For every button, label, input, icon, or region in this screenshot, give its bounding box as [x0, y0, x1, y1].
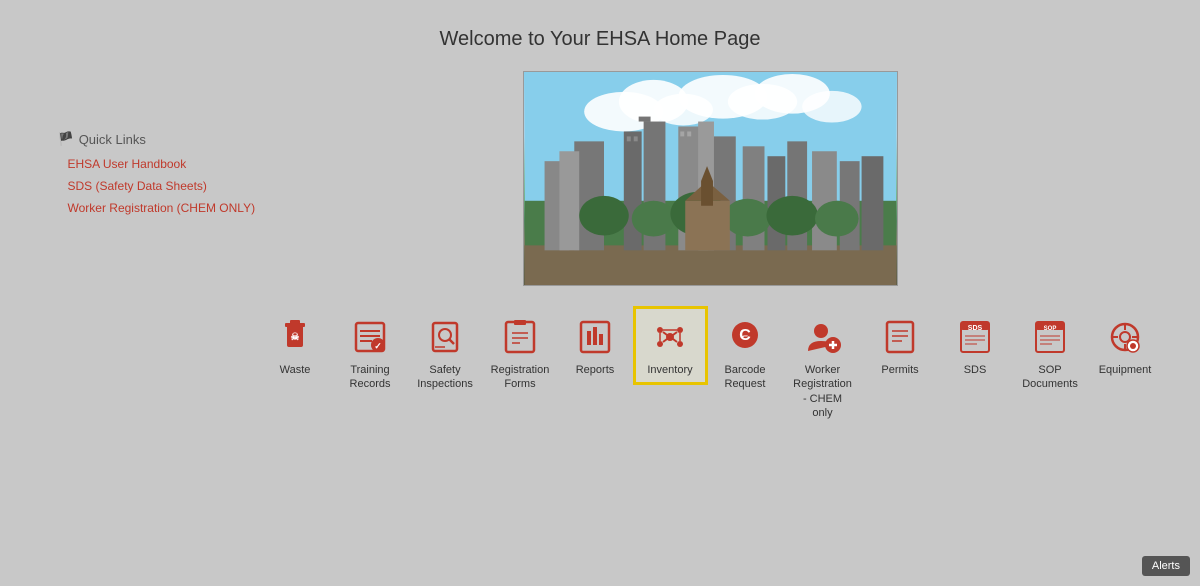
worker-registration-icon: [800, 314, 845, 359]
training-records-label: Training Records: [343, 363, 398, 392]
sds-label: SDS: [964, 363, 987, 377]
quick-links-heading: 🏴 Quick Links: [58, 131, 258, 147]
registration-forms-label: Registration Forms: [491, 363, 550, 392]
nav-item-training-records[interactable]: ✓ Training Records: [333, 306, 408, 400]
permits-icon: [878, 314, 923, 359]
alerts-badge[interactable]: Alerts: [1142, 556, 1190, 576]
svg-text:☠: ☠: [291, 332, 300, 343]
reports-icon: [573, 314, 618, 359]
flag-icon: 🏴: [58, 131, 74, 147]
waste-label: Waste: [280, 363, 311, 377]
nav-item-registration-forms[interactable]: Registration Forms: [483, 306, 558, 400]
nav-icons-row: ☠ Waste ✓ Tr: [258, 306, 1163, 428]
svg-text:SOP: SOP: [1044, 326, 1057, 332]
equipment-label: Equipment: [1099, 363, 1152, 377]
equipment-icon: [1103, 314, 1148, 359]
quick-link-handbook[interactable]: EHSA User Handbook: [58, 157, 258, 171]
nav-item-waste[interactable]: ☠ Waste: [258, 306, 333, 385]
nav-item-safety-inspections[interactable]: Safety Inspections: [408, 306, 483, 400]
nav-item-worker-registration[interactable]: Worker Registration - CHEM only: [783, 306, 863, 428]
sop-documents-icon: SOP: [1028, 314, 1073, 359]
safety-inspections-icon: [423, 314, 468, 359]
sds-icon: SDS: [953, 314, 998, 359]
nav-item-permits[interactable]: Permits: [863, 306, 938, 385]
barcode-request-label: Barcode Request: [718, 363, 773, 392]
reports-label: Reports: [576, 363, 615, 377]
sop-documents-label: SOP Documents: [1022, 363, 1078, 392]
svg-text:SDS: SDS: [968, 325, 983, 332]
inventory-label: Inventory: [647, 363, 692, 377]
worker-registration-label: Worker Registration - CHEM only: [793, 363, 853, 420]
safety-inspections-label: Safety Inspections: [417, 363, 473, 392]
nav-item-equipment[interactable]: Equipment: [1088, 306, 1163, 385]
nav-item-barcode-request[interactable]: C ⊂ Barcode Request: [708, 306, 783, 400]
registration-forms-icon: [498, 314, 543, 359]
quick-link-worker-reg[interactable]: Worker Registration (CHEM ONLY): [58, 201, 258, 215]
svg-text:✓: ✓: [374, 341, 382, 351]
inventory-icon: [648, 314, 693, 359]
barcode-request-icon: C ⊂: [723, 314, 768, 359]
training-records-icon: ✓: [348, 314, 393, 359]
page-title: Welcome to Your EHSA Home Page: [0, 0, 1200, 51]
nav-item-inventory[interactable]: Inventory: [633, 306, 708, 385]
nav-item-reports[interactable]: Reports: [558, 306, 633, 385]
nav-item-sop-documents[interactable]: SOP SOP Documents: [1013, 306, 1088, 400]
quick-link-sds[interactable]: SDS (Safety Data Sheets): [58, 179, 258, 193]
svg-text:⊂: ⊂: [742, 333, 749, 342]
hero-image: [523, 71, 898, 286]
waste-icon: ☠: [273, 314, 318, 359]
permits-label: Permits: [881, 363, 918, 377]
nav-item-sds[interactable]: SDS SDS: [938, 306, 1013, 385]
